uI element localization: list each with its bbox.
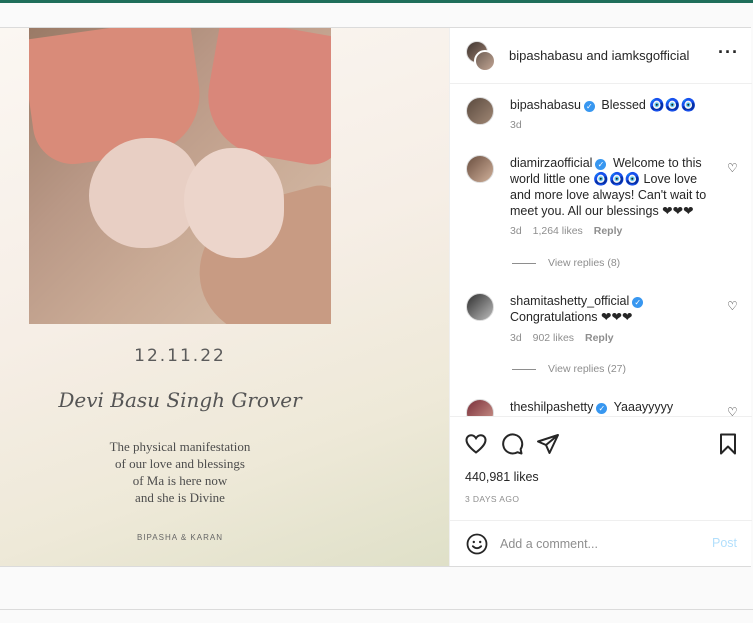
comments-list[interactable]: bipashabasu ✓ Blessed 🧿🧿🧿 3d diamirzaoffi… bbox=[450, 85, 752, 416]
photo-detail bbox=[89, 138, 199, 248]
card-date: 12.11.22 bbox=[134, 346, 226, 366]
photo-detail bbox=[198, 28, 331, 170]
verified-icon: ✓ bbox=[596, 403, 608, 414]
verified-icon: ✓ bbox=[583, 101, 595, 112]
comment-body: shamitashetty_official ✓ Congratulations … bbox=[510, 293, 720, 325]
comment-username[interactable]: diamirzaofficial bbox=[510, 156, 592, 170]
add-comment-bar: Post bbox=[450, 520, 752, 566]
emoji-icon[interactable] bbox=[465, 532, 489, 556]
more-horizontal-icon[interactable]: ··· bbox=[718, 42, 739, 63]
like-heart-icon[interactable] bbox=[464, 432, 488, 456]
like-comment-heart-icon[interactable]: ♡ bbox=[727, 161, 738, 175]
like-comment-heart-icon[interactable]: ♡ bbox=[727, 405, 738, 416]
like-comment-heart-icon[interactable]: ♡ bbox=[727, 299, 738, 313]
comment-likes[interactable]: 902 likes bbox=[533, 332, 574, 344]
avatar[interactable] bbox=[466, 399, 494, 416]
reply-button[interactable]: Reply bbox=[585, 332, 614, 344]
card-name: Devi Basu Singh Grover bbox=[58, 388, 302, 412]
replies-line bbox=[512, 262, 536, 264]
caption-meta: 3d bbox=[510, 119, 530, 131]
share-paper-plane-icon[interactable] bbox=[536, 432, 560, 456]
comment-meta: 3d 902 likes Reply bbox=[510, 332, 622, 344]
avatar[interactable] bbox=[466, 293, 494, 321]
avatar[interactable] bbox=[466, 97, 494, 125]
comment-time: 3d bbox=[510, 225, 522, 237]
post-authors[interactable]: bipashabasu and iamksgofficial bbox=[509, 48, 689, 63]
avatar[interactable] bbox=[474, 50, 496, 72]
view-replies-label: View replies (27) bbox=[548, 363, 627, 375]
comment-body: diamirzaofficial ✓ Welcome to this world … bbox=[510, 155, 720, 219]
post-actions: 440,981 likes 3 DAYS AGO bbox=[450, 416, 752, 520]
view-replies-button[interactable]: View replies (27) bbox=[512, 363, 626, 375]
comment-meta: 3d 1,264 likes Reply bbox=[510, 225, 630, 237]
caption-username[interactable]: bipashabasu bbox=[510, 98, 581, 112]
post-sidebar: bipashabasu and iamksgofficial ··· bipas… bbox=[449, 28, 752, 566]
post-header: bipashabasu and iamksgofficial ··· bbox=[450, 28, 752, 84]
post-modal: 12.11.22 Devi Basu Singh Grover The phys… bbox=[0, 27, 752, 567]
caption-body: bipashabasu ✓ Blessed 🧿🧿🧿 bbox=[510, 97, 720, 113]
comment-username[interactable]: theshilpashetty bbox=[510, 400, 593, 414]
comment-bubble-icon[interactable] bbox=[500, 432, 524, 456]
post-comment-button[interactable]: Post bbox=[712, 536, 737, 550]
comment-username[interactable]: shamitashetty_official bbox=[510, 294, 629, 308]
post-image[interactable]: 12.11.22 Devi Basu Singh Grover The phys… bbox=[0, 28, 449, 566]
avatar[interactable] bbox=[466, 155, 494, 183]
view-replies-button[interactable]: View replies (8) bbox=[512, 257, 620, 269]
card-message: The physical manifestation of our love a… bbox=[109, 439, 251, 505]
comment-body: theshilpashetty ✓ Yaaayyyyy bbox=[510, 399, 720, 415]
caption-text: Blessed 🧿🧿🧿 bbox=[601, 98, 697, 112]
likes-count[interactable]: 440,981 likes bbox=[465, 470, 539, 484]
view-replies-label: View replies (8) bbox=[548, 257, 621, 269]
card-signature: BIPASHA & KARAN bbox=[137, 533, 223, 542]
verified-icon: ✓ bbox=[595, 159, 607, 170]
post-time: 3 DAYS AGO bbox=[465, 494, 520, 504]
replies-line bbox=[512, 368, 536, 370]
verified-icon: ✓ bbox=[632, 297, 644, 308]
reply-button[interactable]: Reply bbox=[594, 225, 623, 237]
baby-feet-photo bbox=[29, 28, 331, 324]
caption-time: 3d bbox=[510, 119, 522, 131]
comment-time: 3d bbox=[510, 332, 522, 344]
comment-likes[interactable]: 1,264 likes bbox=[533, 225, 583, 237]
comment-input[interactable] bbox=[500, 533, 700, 555]
comment-text: Yaaayyyyy bbox=[613, 400, 674, 414]
divider bbox=[0, 609, 753, 610]
photo-detail bbox=[184, 148, 284, 258]
comment-text: Congratulations ❤❤❤ bbox=[510, 310, 633, 324]
save-bookmark-icon[interactable] bbox=[716, 432, 740, 456]
